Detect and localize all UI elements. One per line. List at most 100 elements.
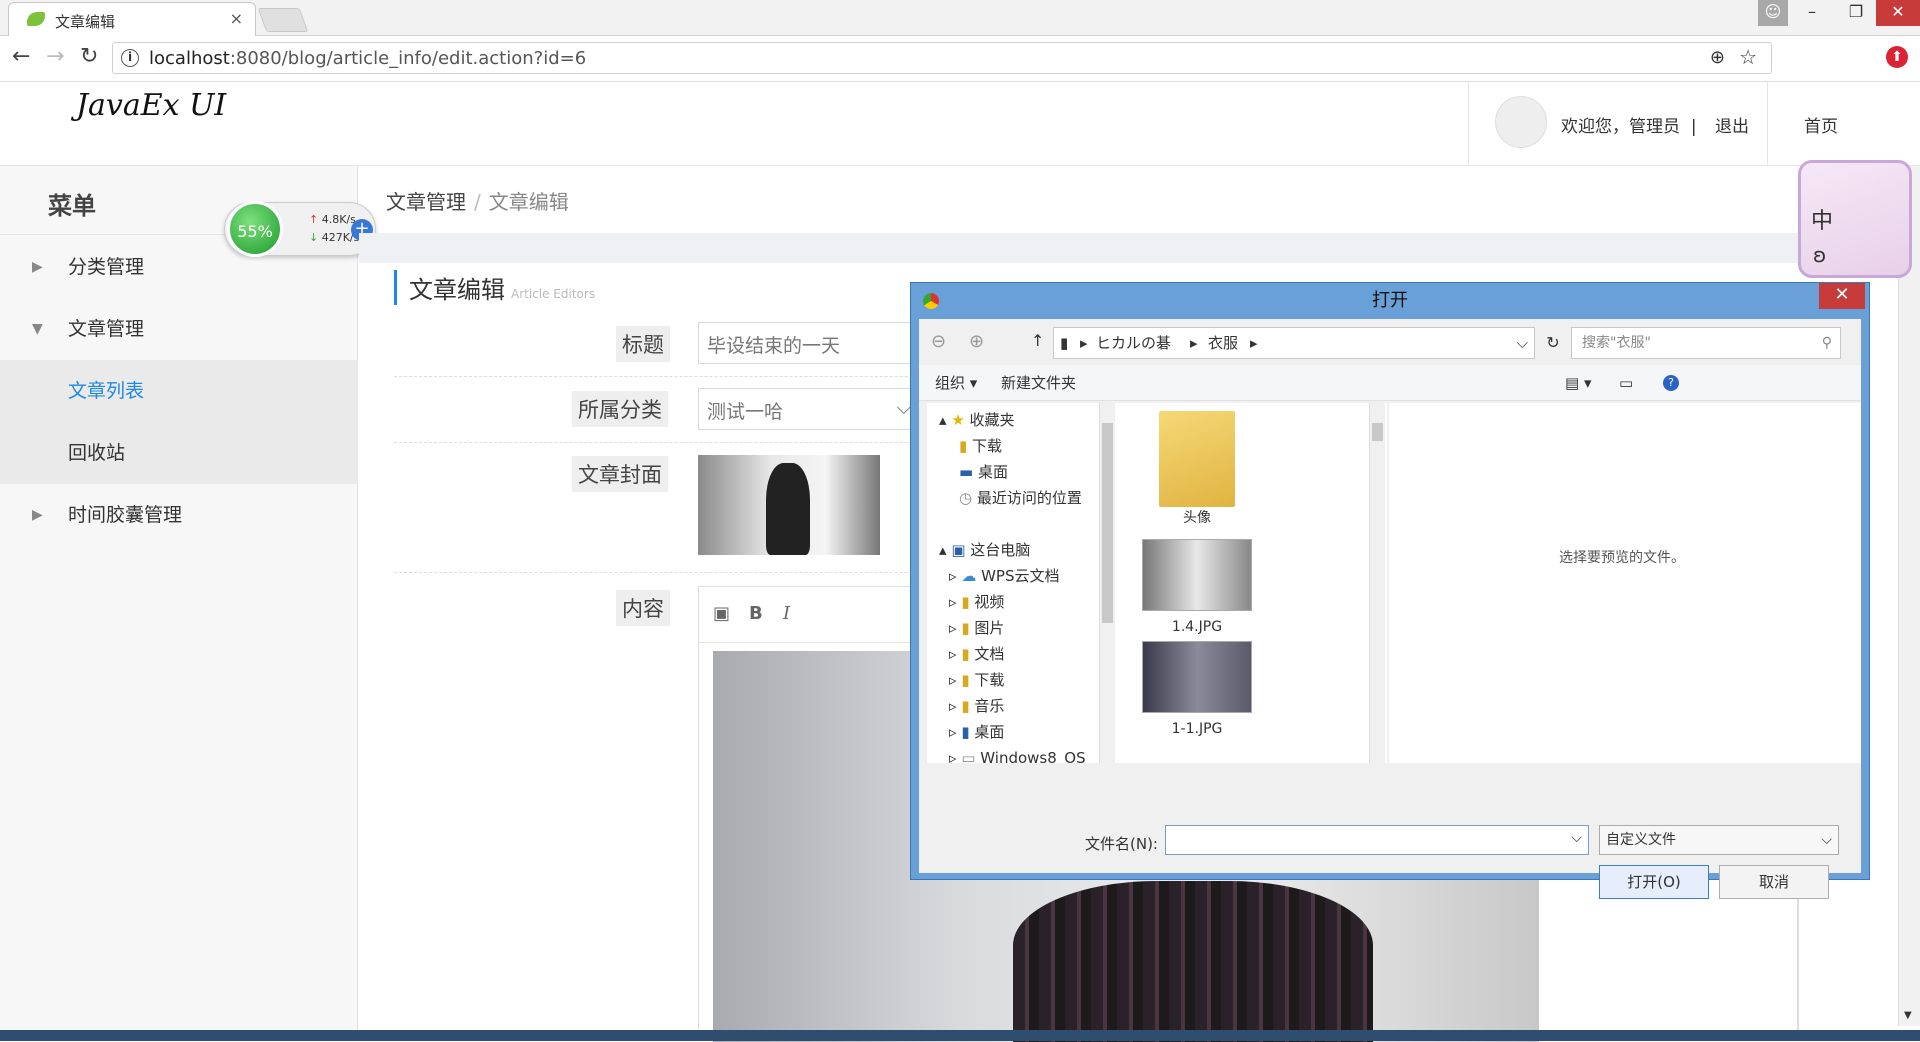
drive-icon: ▭: [961, 749, 976, 763]
breadcrumb: 文章管理 / 文章编辑: [386, 186, 569, 215]
home-link[interactable]: 首页: [1804, 112, 1838, 137]
cover-person: [766, 463, 810, 555]
bookmark-star-icon[interactable]: ☆: [1739, 45, 1757, 69]
tree-scrollbar[interactable]: [1099, 403, 1115, 763]
card-title-text: 文章编辑: [409, 276, 505, 304]
forward-icon[interactable]: →: [46, 44, 64, 69]
path-segment[interactable]: 衣服: [1208, 328, 1238, 358]
sidebar-item-label: 分类管理: [68, 256, 145, 278]
path-chevron-icon: ▸: [1080, 334, 1088, 352]
sidebar-item-label: 文章管理: [68, 318, 145, 340]
file-item-folder[interactable]: 头像: [1137, 411, 1257, 527]
tree-item[interactable]: ▹ ▮ 音乐: [927, 693, 1117, 719]
open-button[interactable]: 打开(O): [1599, 865, 1709, 899]
open-button-label: 打开(O): [1627, 873, 1681, 891]
title-input[interactable]: 毕设结束的一天: [698, 322, 918, 364]
preview-pane-icon[interactable]: ▭: [1619, 365, 1633, 401]
card-subtitle: Article Editors: [511, 287, 596, 301]
editor-image-person: [1013, 881, 1373, 1042]
tree-item[interactable]: ▹ ▮ 图片: [927, 615, 1117, 641]
filename-input[interactable]: ⌵: [1165, 825, 1589, 855]
breadcrumb-parent[interactable]: 文章管理: [386, 190, 466, 214]
back-icon[interactable]: ←: [12, 44, 30, 69]
welcome-text: 欢迎您，管理员 |: [1561, 112, 1697, 137]
search-input[interactable]: 搜索"衣服" ⚲: [1571, 327, 1841, 359]
scroll-thumb[interactable]: [1372, 423, 1383, 441]
tree-item[interactable]: ▮ 下载: [927, 433, 1117, 459]
sidebar-item-article[interactable]: ▼ 文章管理: [0, 298, 358, 360]
url-input[interactable]: i localhost:8080/blog/article_info/edit.…: [112, 42, 1772, 74]
tree-item[interactable]: ◷ 最近访问的位置: [927, 485, 1117, 511]
network-speed-widget[interactable]: 55% ↑ 4.8K/s ↓ 427K/s +: [224, 201, 376, 257]
zoom-icon[interactable]: ⊕: [1710, 47, 1725, 68]
view-icon[interactable]: ▤ ▾: [1565, 365, 1591, 401]
filetype-select[interactable]: 自定义文件 ⌵: [1599, 825, 1839, 855]
sidebar-item-article-list[interactable]: 文章列表: [0, 360, 358, 422]
browser-tab[interactable]: 文章编辑 ×: [8, 2, 256, 36]
scroll-thumb[interactable]: [1102, 423, 1113, 623]
help-icon[interactable]: ?: [1663, 375, 1679, 391]
reload-icon[interactable]: ↻: [80, 44, 98, 69]
preview-text: 选择要预览的文件。: [1559, 550, 1685, 566]
image-icon[interactable]: ▣: [713, 603, 730, 624]
page-scrollbar[interactable]: ▲ ▼: [1898, 166, 1920, 1026]
extension-icon[interactable]: ⬆: [1886, 46, 1908, 68]
card-title: 文章编辑 Article Editors: [394, 270, 595, 305]
up-icon[interactable]: ↑: [1031, 331, 1044, 350]
tree-item[interactable]: ▹ ▭ Windows8_OS (C:): [927, 745, 1117, 763]
tab-close-icon[interactable]: ×: [230, 9, 243, 28]
caret-right-icon: ▶: [32, 259, 43, 275]
files-scrollbar[interactable]: [1369, 403, 1385, 763]
file-name: 头像: [1183, 510, 1211, 526]
forward-icon[interactable]: ⊕: [969, 331, 984, 352]
tree-label: 收藏夹: [969, 411, 1015, 429]
bold-icon[interactable]: B: [749, 603, 763, 624]
tree-item[interactable]: ▹ ▮ 桌面: [927, 719, 1117, 745]
tree-item[interactable]: ▹ ☁ WPS云文档: [927, 563, 1117, 589]
floating-assistant[interactable]: 中 ʚ: [1798, 160, 1912, 278]
user-icon[interactable]: ☺: [1758, 0, 1788, 26]
caret-right-icon: ▶: [32, 507, 43, 523]
tree-item[interactable]: ▴ ▣ 这台电脑: [927, 537, 1117, 563]
cancel-button[interactable]: 取消: [1719, 865, 1829, 899]
logout-link[interactable]: 退出: [1715, 112, 1749, 137]
tree-item[interactable]: ▬ 桌面: [927, 459, 1117, 485]
sidebar-item-capsule[interactable]: ▶ 时间胶囊管理: [0, 484, 358, 546]
info-icon[interactable]: i: [121, 49, 139, 67]
dialog-close-button[interactable]: ✕: [1819, 283, 1865, 309]
scroll-down-icon[interactable]: ▼: [1904, 1010, 1912, 1021]
menu-title: 菜单: [48, 192, 96, 220]
cover-image[interactable]: [698, 455, 880, 555]
tree-item[interactable]: ▹ ▮ 下载: [927, 667, 1117, 693]
sidebar-item-recycle[interactable]: 回收站: [0, 422, 358, 484]
category-select[interactable]: 测试一哈 ⌵: [698, 388, 918, 430]
folder-icon: ▮: [961, 697, 970, 715]
memory-percent: 55%: [227, 201, 283, 257]
tree-item[interactable]: ▴ ★ 收藏夹: [927, 407, 1117, 433]
back-icon[interactable]: ⊖: [931, 331, 946, 352]
path-segment[interactable]: ヒカルの碁: [1096, 328, 1171, 358]
organize-button[interactable]: 组织 ▾: [935, 365, 977, 401]
minimize-button[interactable]: –: [1790, 0, 1834, 26]
path-bar[interactable]: ▮ ▸ ヒカルの碁 ▸ 衣服 ▸ ⌵: [1053, 327, 1535, 359]
logo: JavaEx UI: [76, 88, 227, 123]
file-list: 头像 1.4.JPG 1-1.JPG: [1117, 403, 1387, 763]
italic-icon[interactable]: I: [783, 603, 790, 624]
upload-value: 4.8K/s: [321, 213, 356, 226]
sidebar-item-label: 回收站: [68, 442, 126, 464]
file-name: 1-1.JPG: [1171, 721, 1223, 737]
file-item-image[interactable]: 1-1.JPG: [1137, 641, 1257, 737]
refresh-icon[interactable]: ↻: [1541, 329, 1565, 357]
star-icon: ★: [951, 411, 965, 429]
chevron-down-icon[interactable]: ⌵: [1517, 328, 1528, 358]
content-label: 内容: [616, 590, 670, 626]
tree-label: 音乐: [974, 697, 1005, 715]
chevron-down-icon[interactable]: ⌵: [1571, 830, 1582, 846]
new-tab-button[interactable]: [257, 8, 309, 32]
new-folder-button[interactable]: 新建文件夹: [1001, 365, 1076, 401]
tree-item[interactable]: ▹ ▮ 视频: [927, 589, 1117, 615]
file-item-image[interactable]: 1.4.JPG: [1137, 539, 1257, 635]
tree-item[interactable]: ▹ ▮ 文档: [927, 641, 1117, 667]
window-close-button[interactable]: ✕: [1876, 0, 1920, 26]
maximize-button[interactable]: ❐: [1834, 0, 1878, 26]
